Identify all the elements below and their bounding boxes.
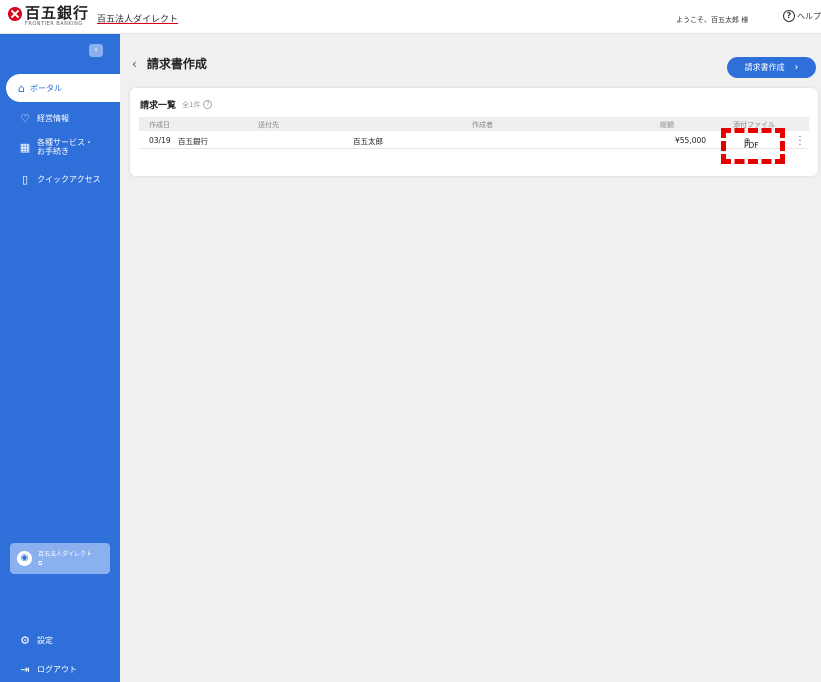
table-header-row: 作成日 送付先 作成者 総額 添付ファイル	[139, 117, 809, 131]
help-label: ヘルプ	[797, 11, 821, 21]
sidebar-item-label: ログアウト	[37, 665, 77, 674]
invoice-list-card: 請求一覧 全1件 ? 作成日 送付先 作成者 総額 添付ファイル 03/19 百…	[130, 88, 818, 176]
chevron-right-icon: ›	[794, 62, 799, 73]
logout-icon: ⇥	[20, 663, 30, 676]
sidebar-item-label: クイックアクセス	[37, 175, 101, 184]
invoice-table: 作成日 送付先 作成者 総額 添付ファイル 03/19 百五銀行 百五太郎 ¥5…	[139, 117, 809, 151]
bank-logo[interactable]: 百五銀行 FRONTIER BANKING	[8, 5, 89, 27]
bank-logo-mark-icon	[8, 7, 22, 21]
sidebar-item-logout[interactable]: ⇥ ログアウト	[18, 663, 77, 676]
bank-name: 百五銀行	[25, 4, 90, 22]
column-header-date: 作成日	[149, 121, 170, 129]
service-name: 百五法人ダイレクト	[97, 15, 179, 25]
external-link-label: 百五法人ダイレクト ⧉	[38, 550, 93, 567]
help-icon: ?	[783, 10, 795, 22]
help-question-icon[interactable]: ?	[203, 100, 213, 109]
row-menu-icon[interactable]: · · ·	[797, 133, 803, 151]
sidebar: ‹ ⌂ ポータル ♡ 経営情報 ▦ 各種サービス・お手続き ▯ クイックアクセス…	[0, 34, 120, 682]
bulb-icon: ♡	[20, 112, 30, 125]
cell-creator: 百五太郎	[353, 137, 383, 146]
sidebar-item-services[interactable]: ▦ 各種サービス・お手続き	[18, 138, 97, 156]
invoice-list-header: 請求一覧 全1件 ?	[140, 98, 213, 111]
external-direct-link[interactable]: ◉ 百五法人ダイレクト ⧉	[10, 543, 110, 574]
sidebar-item-quick-access[interactable]: ▯ クイックアクセス	[18, 173, 101, 186]
cell-recipient: 百五銀行	[178, 137, 208, 146]
table-row[interactable]: 03/19 百五銀行 百五太郎 ¥55,000 PDF ⊕ · · ·	[139, 131, 809, 151]
page-title-row: ‹ 請求書作成	[132, 55, 207, 72]
invoice-count: 全1件	[182, 100, 201, 109]
globe-icon: ◉	[17, 551, 32, 566]
welcome-message: ようこそ、百五太郎 様	[676, 16, 749, 24]
highlight-annotation	[721, 128, 785, 164]
app-header: 百五銀行 FRONTIER BANKING 百五法人ダイレクト ようこそ、百五太…	[0, 0, 821, 34]
column-header-recipient: 送付先	[258, 121, 279, 129]
back-chevron-icon[interactable]: ‹	[132, 57, 137, 71]
column-header-total: 総額	[660, 121, 674, 129]
bookmark-icon: ▯	[21, 173, 29, 186]
gear-icon: ⚙	[20, 634, 30, 647]
sidebar-item-settings[interactable]: ⚙ 設定	[18, 634, 53, 647]
page-title: 請求書作成	[146, 57, 207, 71]
create-invoice-label: 請求書作成	[744, 63, 785, 72]
sidebar-collapse-button[interactable]: ‹	[89, 44, 103, 57]
help-link[interactable]: ? ヘルプ	[783, 10, 821, 22]
column-header-creator: 作成者	[472, 121, 493, 129]
sidebar-item-label: 各種サービス・お手続き	[37, 138, 93, 156]
sidebar-item-label: ポータル	[29, 83, 62, 93]
home-icon: ⌂	[18, 81, 25, 95]
sidebar-item-management-info[interactable]: ♡ 経営情報	[18, 112, 69, 125]
invoice-list-title: 請求一覧	[140, 101, 177, 111]
create-invoice-button[interactable]: 請求書作成 ›	[727, 57, 816, 78]
cell-date: 03/19	[149, 136, 171, 145]
sidebar-item-portal[interactable]: ⌂ ポータル	[6, 74, 120, 102]
sidebar-item-label: 設定	[37, 636, 53, 645]
sidebar-item-label: 経営情報	[37, 114, 69, 123]
cell-total: ¥55,000	[675, 136, 707, 145]
bank-subtitle: FRONTIER BANKING	[25, 21, 83, 27]
grid-icon: ▦	[19, 140, 31, 154]
